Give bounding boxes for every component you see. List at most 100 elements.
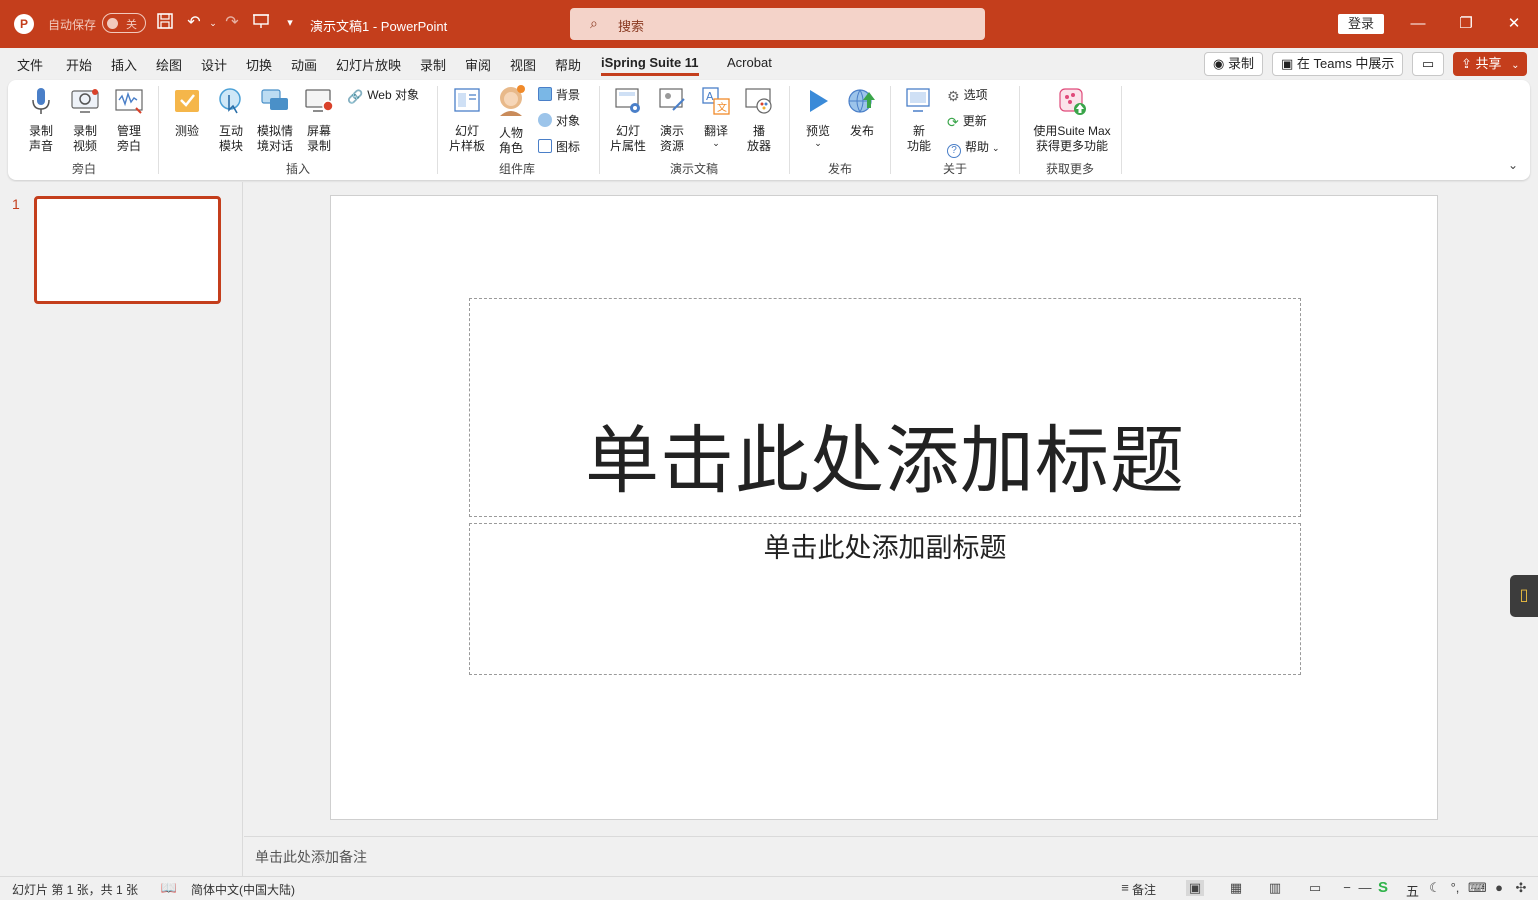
tab-transitions[interactable]: 切换 [246, 55, 272, 74]
teams-present-button[interactable]: ▣ 在 Teams 中展示 [1272, 52, 1404, 76]
objects-button[interactable]: 对象 [538, 112, 580, 129]
language-status[interactable]: 简体中文(中国大陆) [191, 881, 295, 898]
search-icon: ⌕ [590, 15, 598, 31]
slide-count-status: 幻灯片 第 1 张，共 1 张 [12, 883, 139, 897]
present-icon[interactable] [250, 12, 272, 34]
record-dot-icon: ◉ [1213, 56, 1225, 71]
side-panel-tab[interactable]: ▯ [1510, 575, 1538, 617]
tab-view[interactable]: 视图 [510, 55, 536, 74]
tab-review[interactable]: 审阅 [465, 55, 491, 74]
screen-record-button[interactable]: 屏幕 录制 [301, 86, 337, 154]
user-icon[interactable]: ● [1490, 880, 1508, 896]
save-icon[interactable] [154, 12, 176, 34]
player-button[interactable]: 播 放器 [743, 86, 775, 154]
quiz-checkbox-icon [175, 90, 199, 112]
slideshow-view-icon[interactable]: ▭ [1306, 880, 1324, 896]
comments-icon[interactable]: ▭ [1412, 52, 1444, 76]
teams-button-label: 在 Teams 中展示 [1296, 56, 1395, 71]
tab-animations[interactable]: 动画 [291, 55, 317, 74]
subtitle-placeholder[interactable]: 单击此处添加副标题 [469, 523, 1301, 675]
search-box[interactable]: ⌕ 搜索 [570, 8, 985, 40]
record-video-button[interactable]: 录制 视频 [67, 86, 103, 154]
translate-dropdown-icon[interactable]: ⌄ [698, 139, 734, 148]
icons-button[interactable]: 图标 [538, 138, 580, 155]
normal-view-icon[interactable]: ▣ [1186, 880, 1204, 896]
tab-design[interactable]: 设计 [201, 55, 227, 74]
restore-icon[interactable]: ❐ [1454, 12, 1478, 36]
slide-templates-label-1: 幻灯 [454, 124, 479, 138]
tab-record[interactable]: 录制 [420, 55, 446, 74]
reading-view-icon[interactable]: ▥ [1266, 880, 1284, 896]
slide-templates-button[interactable]: 幻灯 片样板 [449, 86, 485, 154]
apps-grid-icon[interactable]: ✣ [1512, 880, 1530, 896]
slide-properties-button[interactable]: 幻灯 片属性 [609, 86, 647, 154]
login-button[interactable]: 登录 [1338, 14, 1384, 34]
web-object-button[interactable]: 🔗 Web 对象 [347, 86, 419, 104]
slide-thumbnail[interactable] [34, 196, 221, 304]
character-avatar-icon [500, 85, 525, 116]
background-button[interactable]: 背景 [538, 86, 580, 103]
slide-template-icon [454, 88, 480, 112]
share-dropdown-icon[interactable]: ⌄ [1511, 60, 1519, 71]
whats-new-button[interactable]: 新 功能 [903, 86, 935, 154]
tab-slideshow[interactable]: 幻灯片放映 [336, 55, 401, 74]
tab-draw[interactable]: 绘图 [156, 55, 182, 74]
tab-ispring[interactable]: iSpring Suite 11 [601, 55, 699, 76]
share-button-label: 共享 [1475, 56, 1502, 71]
quiz-button[interactable]: 测验 [171, 86, 203, 139]
tab-acrobat[interactable]: Acrobat [727, 55, 772, 70]
group-separator [1019, 86, 1020, 174]
moon-icon[interactable]: ☾ [1426, 880, 1444, 896]
preview-dropdown-icon[interactable]: ⌄ [802, 139, 834, 148]
redo-icon[interactable]: ↷ [221, 12, 243, 34]
tab-insert[interactable]: 插入 [111, 55, 137, 74]
update-button[interactable]: ⟳ 更新 [947, 112, 987, 130]
collapse-ribbon-icon[interactable]: ⌄ [1508, 158, 1518, 172]
microphone-icon [32, 88, 50, 114]
minimize-icon[interactable]: — [1406, 12, 1430, 36]
group-presentation-label: 演示文稿 [670, 162, 719, 176]
characters-button[interactable]: 人物 角色 [495, 84, 527, 156]
notes-toggle-label[interactable]: 备注 [1132, 881, 1156, 898]
accessibility-book-icon[interactable]: 📖 [160, 880, 178, 896]
suite-max-button[interactable]: 使用Suite Max 获得更多功能 [1026, 86, 1118, 154]
close-icon[interactable]: ✕ [1502, 12, 1526, 36]
group-separator [789, 86, 790, 174]
record-button[interactable]: ◉ 录制 [1204, 52, 1263, 76]
publish-button[interactable]: 发布 [846, 86, 878, 139]
title-placeholder[interactable]: 单击此处添加标题 [469, 298, 1301, 517]
tab-home[interactable]: 开始 [66, 55, 92, 74]
keyboard-icon[interactable]: ⌨ [1468, 880, 1487, 896]
preview-label: 预览 [805, 124, 830, 138]
interaction-label-1: 互动 [218, 124, 243, 138]
tab-help[interactable]: 帮助 [555, 55, 581, 74]
translate-button[interactable]: A文 翻译 ⌄ [698, 86, 734, 148]
help-button[interactable]: ? 帮助 ⌄ [947, 138, 1000, 158]
share-button[interactable]: ⇪ 共享 ⌄ [1453, 52, 1527, 76]
title-bar: P 自动保存 关 ↶ ⌄ ↷ ▾ 演示文稿1 - PowerPoint ⌕ 搜索… [0, 0, 1538, 48]
preview-button[interactable]: 预览 ⌄ [802, 86, 834, 148]
manage-narration-button[interactable]: 管理 旁白 [111, 86, 147, 154]
group-narration-label: 旁白 [72, 162, 97, 176]
object-shapes-icon [538, 113, 552, 127]
options-label: 选项 [963, 88, 988, 102]
autosave-toggle[interactable]: 关 [102, 13, 146, 33]
options-button[interactable]: ⚙ 选项 [947, 86, 988, 104]
icons-gallery-icon [538, 139, 552, 153]
tab-file[interactable]: 文件 [17, 55, 43, 74]
presentation-resources-button[interactable]: 演示 资源 [654, 86, 690, 154]
zoom-out-icon[interactable]: − [1338, 880, 1356, 896]
ime-mode-label[interactable]: 五 [1406, 881, 1419, 900]
ime-logo-icon[interactable]: S [1374, 880, 1392, 896]
help-dropdown-icon[interactable]: ⌄ [992, 143, 1000, 153]
record-audio-button[interactable]: 录制 声音 [25, 86, 57, 154]
punctuation-icon[interactable]: °, [1446, 880, 1464, 896]
slide-sorter-icon[interactable]: ▦ [1227, 880, 1245, 896]
refresh-icon: ⟳ [947, 114, 959, 130]
slide-canvas[interactable]: 单击此处添加标题 单击此处添加副标题 [330, 195, 1438, 820]
notes-pane[interactable]: 单击此处添加备注 [244, 836, 1538, 876]
customize-qat-icon[interactable]: ▾ [279, 12, 301, 34]
zoom-slider[interactable]: ― [1356, 880, 1374, 896]
roleplay-button[interactable]: 模拟情 境对话 [256, 86, 294, 154]
interaction-button[interactable]: 互动 模块 [215, 86, 247, 154]
